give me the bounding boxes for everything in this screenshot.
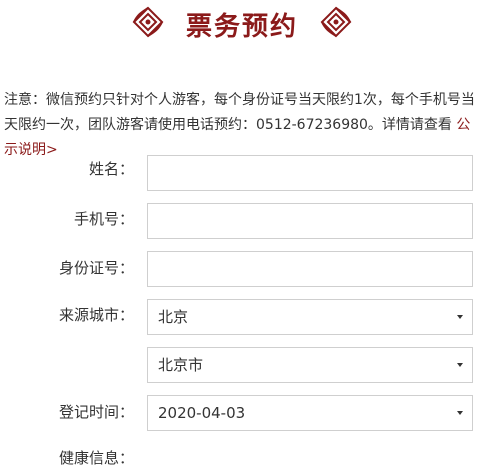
phone-label: 手机号： xyxy=(73,210,134,228)
health-info-label: 健康信息： xyxy=(58,449,134,467)
registration-date-value: 2020-04-03 xyxy=(158,404,246,422)
id-number-input[interactable] xyxy=(147,251,473,287)
source-city-label: 来源城市： xyxy=(58,306,134,324)
province-select[interactable]: 北京 xyxy=(147,299,473,335)
page-header: 票务预约 xyxy=(0,0,484,46)
registration-date-select[interactable]: 2020-04-03 xyxy=(147,395,473,431)
dropdown-caret-icon xyxy=(457,315,463,319)
city-value: 北京市 xyxy=(158,356,204,374)
dropdown-caret-icon xyxy=(457,363,463,367)
dropdown-caret-icon xyxy=(457,411,463,415)
page-title: 票务预约 xyxy=(185,12,298,42)
province-value: 北京 xyxy=(158,308,189,326)
city-select[interactable]: 北京市 xyxy=(147,347,473,383)
decorative-ornament-icon xyxy=(320,6,352,38)
name-label: 姓名： xyxy=(88,160,134,178)
name-input[interactable] xyxy=(147,155,473,191)
notice-text: 注意：微信预约只针对个人游客，每个身份证号当天限约1次，每个手机号当天限约一次，… xyxy=(4,92,475,133)
id-number-label: 身份证号： xyxy=(58,259,134,277)
booking-notice: 注意：微信预约只针对个人游客，每个身份证号当天限约1次，每个手机号当天限约一次，… xyxy=(4,88,480,163)
registration-date-label: 登记时间： xyxy=(58,403,134,421)
phone-input[interactable] xyxy=(147,203,473,239)
